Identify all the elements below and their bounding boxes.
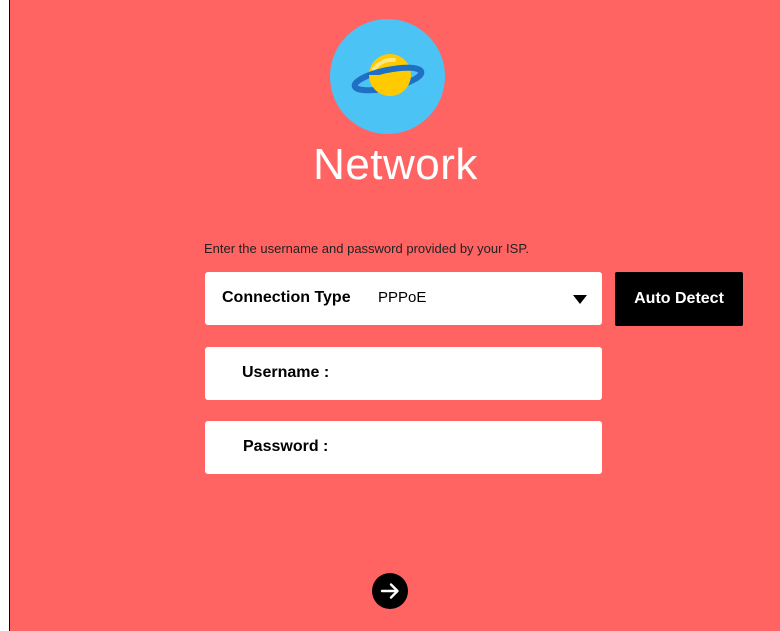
planet-icon [330, 19, 445, 134]
instruction-text: Enter the username and password provided… [204, 241, 529, 256]
caret-down-icon[interactable] [573, 295, 587, 304]
password-label: Password : [243, 438, 329, 455]
page-title: Network [313, 140, 478, 189]
connection-type-select[interactable]: Connection Type PPPoE [205, 272, 602, 325]
password-field[interactable]: Password : [205, 421, 602, 474]
password-input[interactable] [355, 431, 589, 466]
next-button[interactable] [372, 573, 408, 609]
auto-detect-button[interactable]: Auto Detect [615, 272, 743, 326]
connection-type-value[interactable]: PPPoE [378, 289, 426, 306]
username-input[interactable] [355, 357, 589, 392]
arrow-right-icon [380, 583, 399, 599]
connection-type-label: Connection Type [222, 289, 351, 306]
username-field[interactable]: Username : [205, 347, 602, 400]
network-setup-page: Network Enter the username and password … [9, 0, 780, 631]
username-label: Username : [242, 364, 330, 381]
